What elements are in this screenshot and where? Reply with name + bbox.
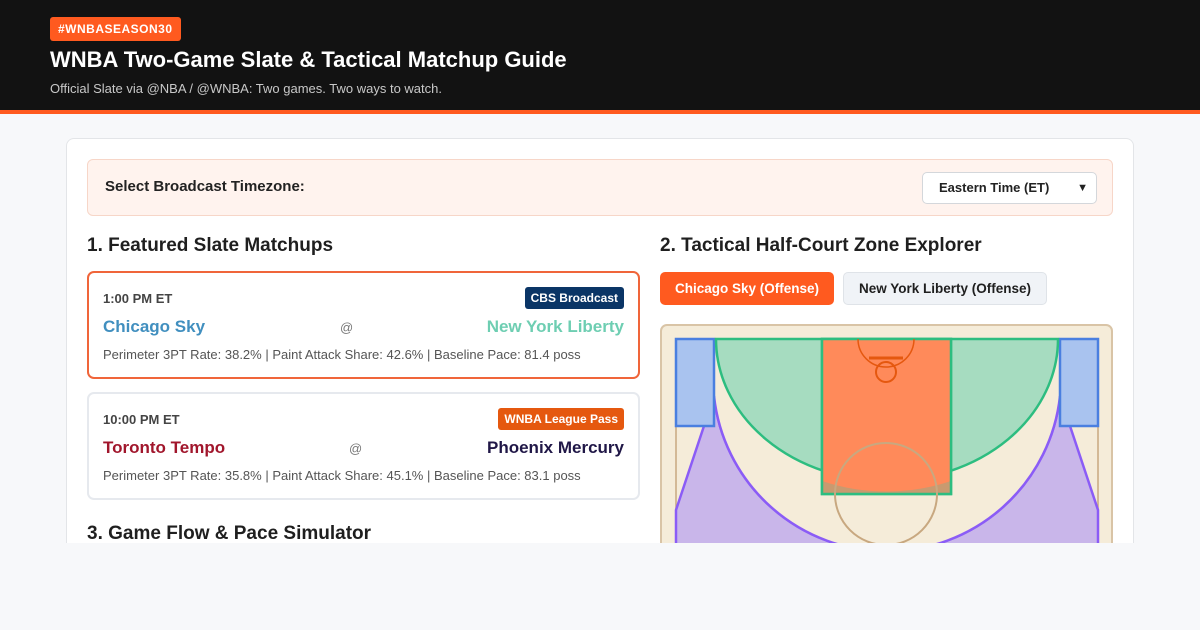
network-badge: CBS Broadcast <box>524 287 624 309</box>
page-title: WNBA Two-Game Slate & Tactical Matchup G… <box>50 47 567 72</box>
timezone-bar: Select Broadcast Timezone: Eastern Time … <box>87 159 1113 216</box>
page-subtitle: Official Slate via @NBA / @WNBA: Two gam… <box>50 81 442 96</box>
zone-corner-three-right[interactable] <box>1058 337 1100 428</box>
zone-corner-three-left[interactable] <box>674 337 716 428</box>
at-separator: @ <box>349 441 363 456</box>
court-svg <box>674 337 1100 543</box>
game-time: 1:00 PM ET <box>103 291 173 306</box>
home-team: Phoenix Mercury <box>487 438 624 457</box>
game-stats: Perimeter 3PT Rate: 38.2% | Paint Attack… <box>103 347 581 362</box>
timezone-select[interactable]: Eastern Time (ET) ▼ <box>922 172 1097 204</box>
game-time: 10:00 PM ET <box>103 412 180 427</box>
section-heading-simulator: 3. Game Flow & Pace Simulator <box>87 523 372 543</box>
away-team: Chicago Sky <box>103 317 206 336</box>
tab-new-york-liberty-offense[interactable]: New York Liberty (Offense) <box>843 272 1048 305</box>
game-stats: Perimeter 3PT Rate: 35.8% | Paint Attack… <box>103 468 581 483</box>
timezone-selected-value: Eastern Time (ET) <box>939 180 1050 195</box>
chevron-down-icon: ▼ <box>1077 182 1088 194</box>
half-court-diagram <box>660 324 1113 543</box>
section-heading-matchups: 1. Featured Slate Matchups <box>87 235 334 256</box>
main-card: Select Broadcast Timezone: Eastern Time … <box>66 138 1134 543</box>
away-team: Toronto Tempo <box>103 438 226 457</box>
section-heading-zones: 2. Tactical Half-Court Zone Explorer <box>660 235 982 256</box>
matchup-card[interactable]: 1:00 PM ET CBS Broadcast Chicago Sky @ N… <box>87 271 640 379</box>
timezone-label: Select Broadcast Timezone: <box>105 178 305 195</box>
hashtag-badge: #WNBASEASON30 <box>50 17 181 41</box>
at-separator: @ <box>340 320 354 335</box>
matchup-card[interactable]: 10:00 PM ET WNBA League Pass Toronto Tem… <box>87 392 640 500</box>
page-header: #WNBASEASON30 WNBA Two-Game Slate & Tact… <box>0 0 1200 114</box>
home-team: New York Liberty <box>486 317 624 336</box>
tab-chicago-sky-offense[interactable]: Chicago Sky (Offense) <box>660 272 835 305</box>
network-badge: WNBA League Pass <box>498 408 624 430</box>
